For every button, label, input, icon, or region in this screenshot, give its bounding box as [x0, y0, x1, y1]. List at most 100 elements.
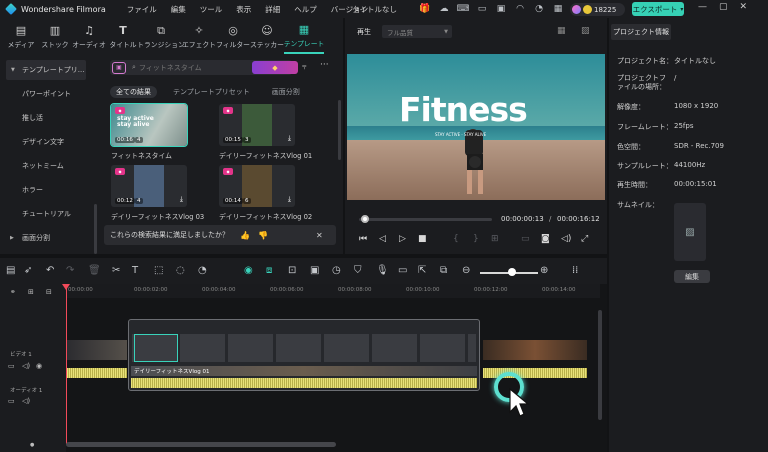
play-icon[interactable]: ▷ — [399, 234, 406, 244]
snap-icon[interactable]: ⊡ — [288, 265, 296, 276]
edit-thumbnail-button[interactable]: 編集 — [674, 270, 710, 283]
premium-icon[interactable]: ▣ — [112, 61, 126, 74]
eye-icon[interactable]: ◉ — [36, 362, 42, 370]
skip-back-icon[interactable]: ⏮ — [359, 234, 367, 244]
sidebar-scrollbar[interactable] — [94, 204, 97, 254]
apps-icon[interactable]: ▦ — [551, 2, 565, 16]
cut-icon[interactable]: ✂ — [112, 265, 120, 276]
menu-advanced[interactable]: 詳細 — [258, 4, 287, 15]
credits-badge[interactable]: 18225 — [570, 3, 625, 16]
tab-project-info[interactable]: プロジェクト情報 — [611, 24, 671, 40]
playback-scrubber[interactable] — [359, 215, 492, 223]
tab-titles[interactable]: T タイトル — [106, 18, 140, 54]
snapshot-icon[interactable]: ▨ — [581, 26, 590, 36]
template-card[interactable]: stay active stay alive ◆ 00:16 4 — [110, 103, 188, 147]
export-button[interactable]: エクスポート ▾ — [632, 2, 684, 16]
undo-icon[interactable]: ↶ — [46, 265, 54, 276]
fullscreen-icon[interactable]: ⤢ — [581, 234, 588, 244]
shield-icon[interactable]: ⛉ — [354, 265, 362, 276]
library-scrollbar[interactable] — [338, 100, 341, 160]
chip-split-screen[interactable]: 画面分割 — [266, 86, 306, 98]
template-card[interactable]: ◆ 00:15 3 ⤓ — [219, 104, 295, 146]
folder-icon[interactable]: ▭ — [8, 397, 15, 405]
template-card[interactable]: ◆ 00:14 6 ⤓ — [219, 165, 295, 207]
headset-icon[interactable]: ◠ — [513, 2, 527, 16]
chip-template-presets[interactable]: テンプレートプリセット — [167, 86, 256, 98]
close-icon[interactable]: ✕ — [740, 2, 748, 12]
maximize-icon[interactable]: ▢ — [719, 2, 728, 12]
nav-net-meme[interactable]: ネットミーム — [0, 156, 100, 176]
gift-icon[interactable]: 🎁 — [418, 2, 432, 16]
subtitle-icon[interactable]: ▭ — [398, 265, 407, 276]
thumbs-up-icon[interactable]: 👍 — [240, 231, 250, 240]
video-preview[interactable]: Fitness STAY ACTIVE · STAY ALIVE — [347, 54, 605, 200]
thumbnail-placeholder[interactable]: ▨ — [674, 203, 706, 261]
render-icon[interactable]: ▣ — [310, 265, 319, 276]
text-icon[interactable]: T — [132, 265, 138, 276]
search-input[interactable] — [138, 63, 259, 72]
display-icon[interactable]: ▭ — [521, 234, 530, 244]
export-frame-icon[interactable]: ⇱ — [418, 265, 426, 276]
close-icon[interactable]: ✕ — [316, 231, 323, 240]
stop-icon[interactable]: ■ — [418, 234, 427, 244]
mark-out-icon[interactable]: } — [473, 234, 479, 244]
tab-media[interactable]: ▤ メディア — [4, 18, 38, 54]
menu-file[interactable]: ファイル — [120, 4, 164, 15]
frame-back-icon[interactable]: ◁ — [379, 234, 386, 244]
menu-help[interactable]: ヘルプ — [287, 4, 324, 15]
menu-edit[interactable]: 編集 — [164, 4, 193, 15]
scrubber-handle[interactable] — [360, 215, 369, 223]
tab-transitions[interactable]: ⧉ トランジション — [137, 18, 185, 54]
select-icon[interactable]: ➶ — [24, 265, 32, 276]
nav-horror[interactable]: ホラー — [0, 180, 100, 200]
zoom-slider-handle[interactable] — [507, 268, 516, 276]
selected-slot[interactable] — [134, 334, 178, 362]
crop-icon[interactable]: ⬚ — [154, 265, 163, 276]
playhead[interactable] — [66, 284, 67, 444]
grid-view-icon[interactable]: ▦ — [557, 26, 566, 36]
audio-waveform[interactable] — [67, 368, 127, 378]
microphone-icon[interactable]: 🎙 — [376, 265, 389, 276]
volume-icon[interactable]: ◁) — [561, 234, 571, 244]
nav-tutorial[interactable]: チュートリアル — [0, 204, 100, 224]
picture-in-picture-icon[interactable]: ⧉ — [440, 265, 447, 276]
tab-stickers[interactable]: ☺ ステッカー — [250, 18, 284, 54]
tab-audio[interactable]: ♫ オーディオ — [72, 18, 106, 54]
video-clip[interactable] — [67, 340, 127, 360]
tab-effects[interactable]: ✧ エフェクト — [182, 18, 216, 54]
download-icon[interactable]: ⤓ — [288, 134, 291, 143]
more-icon[interactable]: ··· — [320, 60, 329, 70]
download-icon[interactable]: ⤓ — [288, 195, 291, 204]
folder-icon[interactable]: ▭ — [8, 362, 15, 370]
layout-icon[interactable]: ▤ — [6, 265, 15, 276]
ai-tools-icon[interactable]: ◉ — [244, 265, 253, 276]
filter-icon[interactable]: ⫧ — [302, 62, 307, 72]
speed-icon[interactable]: ◔ — [198, 265, 207, 276]
keyframe-icon[interactable]: ◷ — [332, 265, 341, 276]
template-clip-group[interactable]: デイリーフィットネスVlog 01 — [128, 319, 480, 391]
monitor-icon[interactable]: ▭ — [475, 2, 489, 16]
notification-icon[interactable]: ◔ — [532, 2, 546, 16]
quality-select[interactable]: フル品質 ▼ — [382, 25, 452, 38]
nav-powerpoint[interactable]: パワーポイント — [0, 84, 100, 104]
minimize-icon[interactable]: — — [698, 2, 707, 12]
keyboard-icon[interactable]: ⌨ — [456, 2, 470, 16]
image-icon[interactable]: ▣ — [494, 2, 508, 16]
link-icon[interactable]: ⚭ — [10, 288, 16, 296]
nav-template-presets[interactable]: ▼ テンプレートプリ... — [6, 60, 86, 80]
mute-icon[interactable]: ◁) — [22, 362, 30, 370]
color-icon[interactable]: ◌ — [176, 265, 185, 276]
redo-icon[interactable]: ↷ — [66, 265, 74, 276]
timeline-vertical-scrollbar[interactable] — [598, 310, 602, 420]
tab-filters[interactable]: ◎ フィルター — [216, 18, 250, 54]
tab-stock[interactable]: ▥ ストック — [38, 18, 72, 54]
nav-oshikatsu[interactable]: 推し活 — [0, 108, 100, 128]
marker-icon[interactable]: ⊞ — [491, 234, 499, 244]
mute-icon[interactable]: ◁) — [22, 397, 30, 405]
nav-split-screen[interactable]: ▶ 画面分割 — [0, 228, 100, 248]
nav-design-text[interactable]: デザイン文字 — [0, 132, 100, 152]
time-ruler[interactable]: 00:00:00 00:00:02:00 00:00:04:00 00:00:0… — [66, 284, 600, 298]
grid-layout-icon[interactable]: ⁞⁞ — [572, 265, 578, 276]
zoom-out-icon[interactable]: ⊖ — [462, 265, 470, 276]
template-card[interactable]: ◆ 00:12 4 ⤓ — [111, 165, 187, 207]
